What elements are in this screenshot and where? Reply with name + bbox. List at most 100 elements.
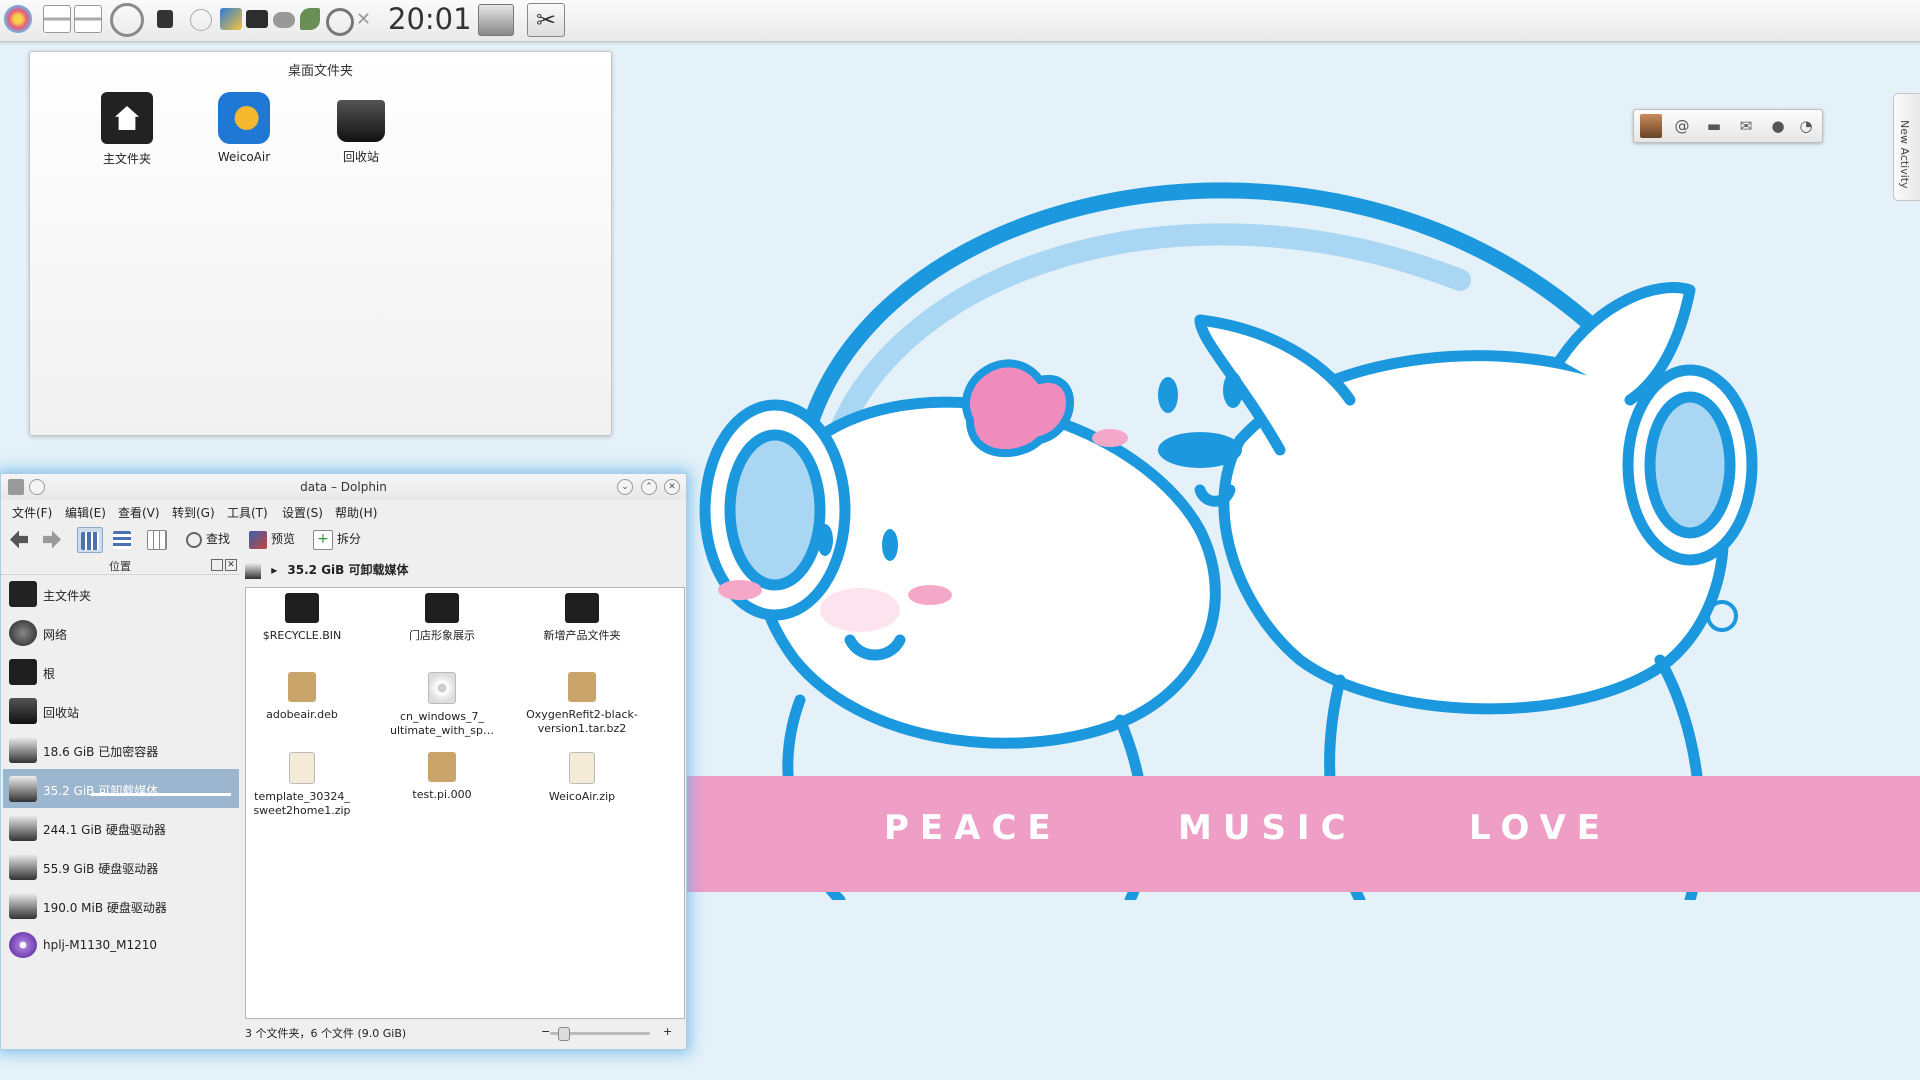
place-label: hplj-M1130_M1210 [43,938,158,952]
menu-file[interactable]: 文件(F) [12,504,52,521]
file-name: test.pi.000 [412,788,472,801]
place-label: 根 [43,667,56,681]
maximize-button[interactable]: ⌃ [641,479,657,495]
icons-view-icon [81,531,99,550]
place-drive-55[interactable]: 55.9 GiB 硬盘驱动器 [3,847,239,886]
icons-view-button[interactable] [77,527,103,553]
place-home[interactable]: 主文件夹 [3,574,239,613]
pager-icon-2[interactable] [74,5,102,33]
place-trash[interactable]: 回收站 [3,691,239,730]
mail-icon[interactable]: ✉ [1736,116,1756,136]
zoom-slider-handle[interactable] [558,1027,570,1041]
file-item[interactable]: OxygenRefit2-black- version1.tar.bz2 [512,672,652,736]
close-x-icon[interactable]: ✕ [356,11,372,29]
file-item[interactable]: adobeair.deb [232,672,372,722]
panel-float-icon[interactable] [211,559,223,571]
place-drive-encrypted[interactable]: 18.6 GiB 已加密容器 [3,730,239,769]
preview-label: 预览 [271,532,296,546]
disk-icon[interactable] [478,4,514,36]
drive-icon [245,562,261,579]
place-drive-removable[interactable]: 35.2 GiB 可卸载媒体 [3,769,239,808]
place-root[interactable]: 根 [3,652,239,691]
zoom-in-icon[interactable]: + [663,1025,672,1038]
kde-menu-icon[interactable] [4,5,32,33]
minimize-button[interactable]: ⌄ [617,479,633,495]
file-item[interactable]: $RECYCLE.BIN [232,593,372,643]
place-drive-190[interactable]: 190.0 MiB 硬盘驱动器 [3,886,239,925]
trash-icon [337,100,385,142]
network-icon[interactable] [273,12,295,28]
banner-word-peace: PEACE [884,808,1062,848]
preview-button[interactable]: 预览 [249,527,295,551]
place-drive-244[interactable]: 244.1 GiB 硬盘驱动器 [3,808,239,847]
avatar-icon[interactable] [1640,114,1662,138]
details-view-button[interactable] [113,527,135,551]
comment-icon[interactable]: ▬ [1704,116,1724,136]
split-button[interactable]: + 拆分 [313,527,361,551]
zip-archive-icon [289,752,315,784]
user-icon[interactable]: ● [1768,116,1788,136]
menu-edit[interactable]: 编辑(E) [65,504,106,521]
status-text: 3 个文件夹，6 个文件 (9.0 GiB) [245,1027,407,1040]
file-view[interactable]: $RECYCLE.BIN 门店形象展示 新增产品文件夹 adobeair.deb… [245,587,685,1019]
weico-tray-icon[interactable] [220,8,242,30]
info-icon[interactable] [190,9,212,31]
place-label: 18.6 GiB 已加密容器 [43,745,159,759]
breadcrumb-current: 35.2 GiB 可卸载媒体 [287,563,409,577]
split-label: 拆分 [337,532,362,546]
file-name: $RECYCLE.BIN [262,629,342,642]
dolphin-window: data – Dolphin ⌄ ⌃ ✕ 文件(F) 编辑(E) 查看(V) 转… [0,473,687,1050]
file-name: WeicoAir.zip [548,790,616,803]
menu-help[interactable]: 帮助(H) [335,504,377,521]
music-icon[interactable] [300,8,320,30]
file-item[interactable]: cn_windows_7_ ultimate_with_sp… [372,672,512,738]
pager-icon[interactable] [43,5,71,33]
panel-clock[interactable]: 20:01 [388,2,472,36]
window-titlebar[interactable]: data – Dolphin ⌄ ⌃ ✕ [1,474,686,500]
panel-close-icon[interactable]: ✕ [225,559,237,571]
desktop-item-weicoair[interactable]: WeicoAir [189,92,299,164]
place-printer-media[interactable]: hplj-M1130_M1210 [3,925,239,964]
lock-icon[interactable] [157,10,173,28]
folder-icon [9,659,37,685]
find-button[interactable]: 查找 [186,527,230,551]
menu-settings[interactable]: 设置(S) [282,504,323,521]
places-panel: 主文件夹 网络 根 回收站 18.6 GiB 已加密容器 35.2 GiB 可卸… [3,574,239,964]
tar-archive-icon [428,752,456,782]
zoom-out-icon[interactable]: − [541,1025,550,1038]
menu-view[interactable]: 查看(V) [118,504,160,521]
iso-disc-icon [428,672,456,704]
file-item[interactable]: 新增产品文件夹 [512,593,652,643]
monitor-icon[interactable] [246,10,268,28]
top-panel: ✕ 20:01 ✂ [0,0,1920,42]
place-network[interactable]: 网络 [3,613,239,652]
split-icon: + [313,529,333,550]
back-button[interactable] [10,527,32,551]
tools-icon[interactable]: ✂ [527,3,565,37]
columns-view-button[interactable] [147,527,171,551]
details-view-icon [113,530,131,549]
home-folder-icon [101,92,153,144]
desktop-item-trash[interactable]: 回收站 [306,92,416,165]
folder-icon [285,593,319,623]
breadcrumb[interactable]: ▸ 35.2 GiB 可卸载媒体 [245,561,685,581]
folder-icon [565,593,599,623]
file-item[interactable]: WeicoAir.zip [512,752,652,804]
file-item[interactable]: template_30324_ sweet2home1.zip [232,752,372,818]
rss-icon[interactable]: ◔ [1796,116,1816,136]
menu-bar: 文件(F) 编辑(E) 查看(V) 转到(G) 工具(T) 设置(S) 帮助(H… [1,500,686,522]
desktop-item-home[interactable]: 主文件夹 [72,92,182,167]
zoom-slider[interactable] [550,1027,650,1041]
at-icon[interactable]: @ [1672,116,1692,136]
tar-archive-icon [568,672,596,702]
close-button[interactable]: ✕ [664,479,680,495]
forward-button[interactable] [43,527,65,551]
menu-go[interactable]: 转到(G) [172,504,215,521]
file-item[interactable]: test.pi.000 [372,752,512,802]
headphones-icon[interactable] [326,8,354,36]
deb-package-icon [288,672,316,702]
menu-tools[interactable]: 工具(T) [227,504,268,521]
file-item[interactable]: 门店形象展示 [372,593,512,643]
browser-icon[interactable] [110,3,144,37]
place-label: 网络 [43,628,68,642]
